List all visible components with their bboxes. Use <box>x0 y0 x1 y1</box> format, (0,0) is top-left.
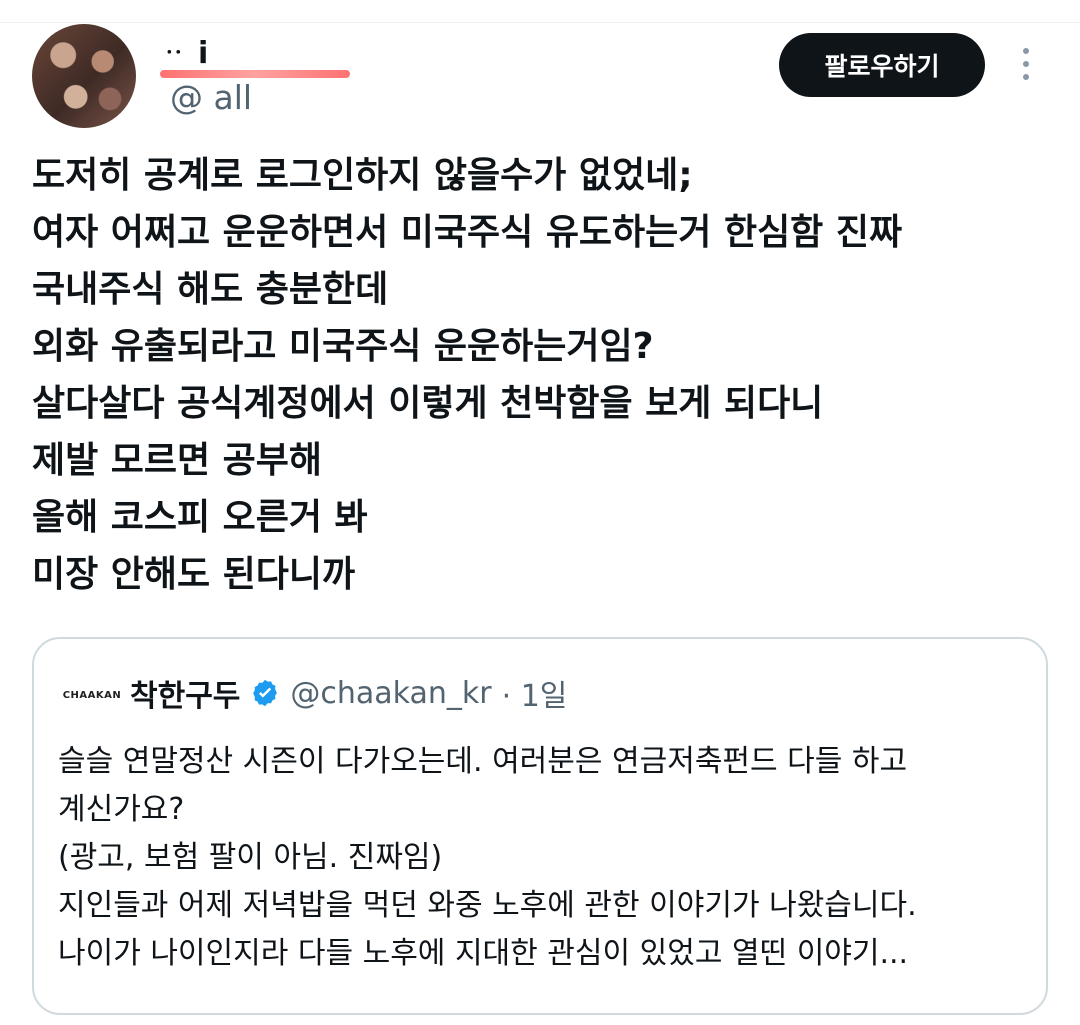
tweet-line: 여자 어쩌고 운운하면서 미국주식 유도하는거 한심함 진짜 <box>32 212 903 253</box>
more-vertical-icon <box>1023 48 1029 54</box>
tweet-line: 미장 안해도 된다니까 <box>32 554 356 595</box>
display-name[interactable]: ᆢ i <box>160 28 208 72</box>
top-divider <box>0 22 1080 23</box>
more-vertical-icon <box>1023 74 1029 80</box>
account-name-block: ᆢ i @ all <box>160 28 420 118</box>
quoted-tweet-line: 나이가 나이인지라 다들 노후에 지대한 관심이 있었고 열띤 이야기... <box>58 936 909 971</box>
redaction-mark <box>160 70 350 78</box>
follow-button[interactable]: 팔로우하기 <box>779 33 985 97</box>
quoted-account-handle[interactable]: @chaakan_kr <box>290 676 491 711</box>
tweet-line: 도저히 공계로 로그인하지 않을수가 없었네; <box>32 155 693 196</box>
tweet-line: 국내주식 해도 충분한데 <box>32 269 389 310</box>
quoted-account-avatar[interactable]: CHAAKAN <box>60 663 124 727</box>
tweet-line: 살다살다 공식계정에서 이렇게 천박함을 보게 되다니 <box>32 383 824 424</box>
quoted-account-name[interactable]: 착한구두 <box>130 671 240 715</box>
profile-avatar[interactable] <box>32 24 136 128</box>
quoted-tweet-line: (광고, 보험 팔이 아님. 진짜임) <box>58 840 443 875</box>
quoted-tweet-header: 착한구두 @chaakan_kr · 1일 <box>130 671 567 715</box>
quoted-tweet-body: 슬슬 연말정산 시즌이 다가오는데. 여러분은 연금저축펀드 다들 하고 계신가… <box>58 741 1038 991</box>
tweet-line: 외화 유출되라고 미국주식 운운하는거임? <box>32 326 654 367</box>
more-options-button[interactable] <box>1008 40 1044 88</box>
tweet-line: 제발 모르면 공부해 <box>32 440 323 481</box>
tweet-text: 도저히 공계로 로그인하지 않을수가 없었네; 여자 어쩌고 운운하면서 미국주… <box>32 152 1062 607</box>
quoted-tweet-time: · 1일 <box>501 679 568 714</box>
more-vertical-icon <box>1023 61 1029 67</box>
quoted-tweet-card[interactable]: CHAAKAN 착한구두 @chaakan_kr · 1일 슬슬 연말정산 시즌… <box>32 637 1048 1015</box>
verified-badge-icon <box>250 678 280 708</box>
tweet-line: 올해 코스피 오른거 봐 <box>32 497 368 538</box>
quoted-tweet-line: 슬슬 연말정산 시즌이 다가오는데. 여러분은 연금저축펀드 다들 하고 <box>58 744 908 779</box>
user-handle[interactable]: @ all <box>170 78 252 117</box>
quoted-tweet-line: 계신가요? <box>58 792 185 827</box>
quoted-tweet-line: 지인들과 어제 저녁밥을 먹던 와중 노후에 관한 이야기가 나왔습니다. <box>58 888 917 923</box>
